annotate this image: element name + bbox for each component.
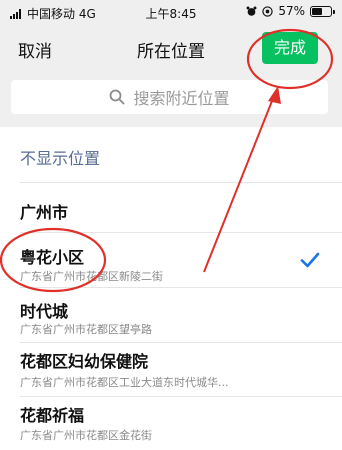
place-address: 广东省广州市花都区望亭路 (20, 323, 152, 336)
place-address: 广东省广州市花都区新陵二街 (20, 270, 163, 283)
done-button[interactable]: 完成 (262, 32, 318, 64)
location-lock-icon (262, 5, 274, 17)
alarm-icon (246, 6, 257, 16)
place-name: 花都区妇幼保健院 (20, 352, 149, 371)
search-input[interactable]: 搜索附近位置 (11, 80, 328, 114)
battery-percent: 57% (278, 4, 305, 18)
navigation-bar: 取消 所在位置 完成 (0, 26, 342, 72)
list-item[interactable]: 花都祈福 广东省广州市花都区金花街 (0, 396, 342, 450)
battery-icon (310, 5, 335, 17)
list-item[interactable]: 时代城 广东省广州市花都区望亭路 (0, 287, 342, 342)
search-icon (110, 89, 125, 105)
place-name: 粤花小区 (20, 248, 85, 267)
city-label: 广州市 (20, 203, 69, 222)
list-item[interactable]: 花都区妇幼保健院 广东省广州市花都区工业大道东时代城华... (0, 342, 342, 396)
place-address: 广东省广州市花都区金花街 (20, 429, 152, 442)
list-item[interactable]: 粤花小区 广东省广州市花都区新陵二街 (0, 232, 342, 287)
place-name: 时代城 (20, 302, 69, 321)
city-row[interactable]: 广州市 (0, 182, 342, 232)
status-bar: 中国移动 4G 上午8:45 57% (0, 0, 342, 26)
checkmark-icon (300, 252, 320, 268)
place-name: 花都祈福 (20, 406, 85, 425)
search-placeholder: 搜索附近位置 (133, 89, 230, 108)
status-right: 57% (246, 4, 335, 18)
place-address: 广东省广州市花都区工业大道东时代城华... (20, 376, 229, 389)
hide-location-option[interactable]: 不显示位置 (20, 145, 100, 169)
